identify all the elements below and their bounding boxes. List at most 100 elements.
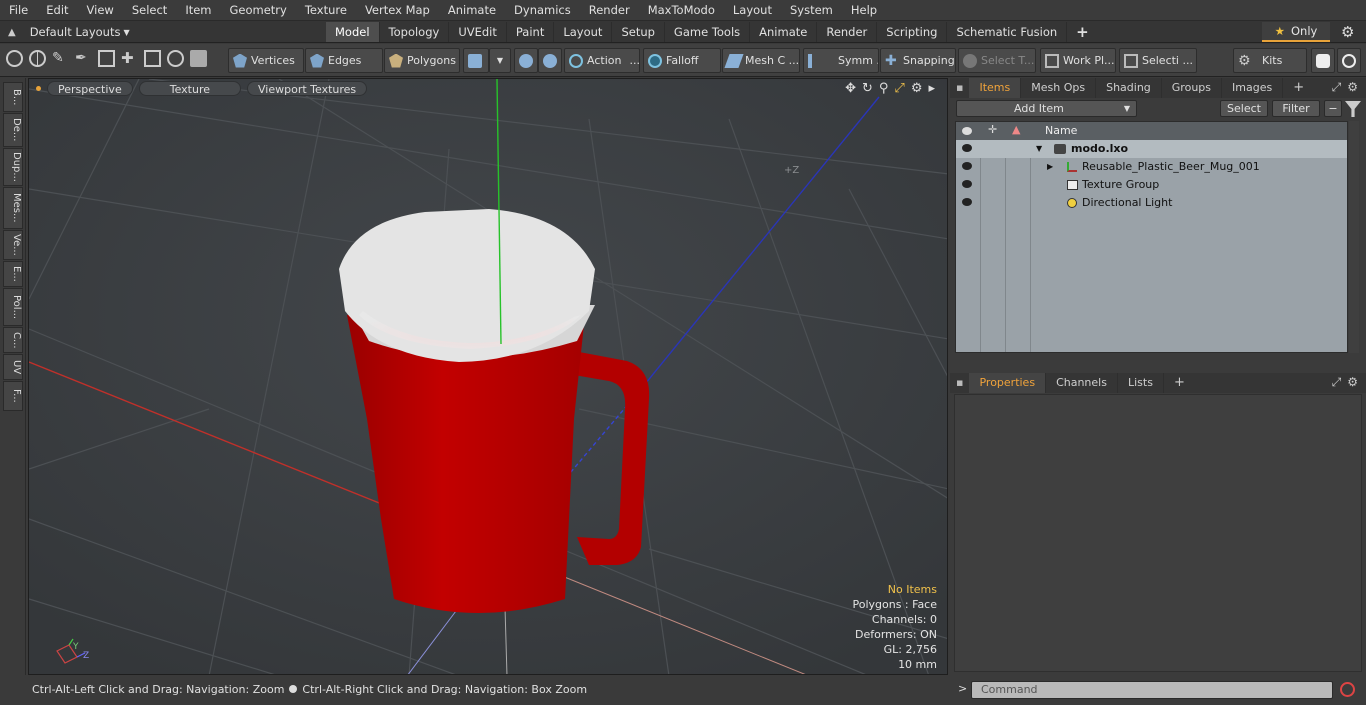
menu-view[interactable]: View [78, 0, 123, 21]
list-item[interactable]: Texture Group [956, 176, 1347, 194]
select-button[interactable]: Select [1220, 100, 1268, 117]
tab-channels[interactable]: Channels [1046, 373, 1118, 393]
maximize-icon[interactable]: ⤢ [894, 81, 904, 96]
polygons-button[interactable]: Polygons [384, 48, 460, 73]
menu-maxtomodo[interactable]: MaxToModo [639, 0, 724, 21]
symmetry-sphere-button[interactable] [538, 48, 562, 73]
menu-geometry[interactable]: Geometry [221, 0, 296, 21]
left-tab-duplicate[interactable]: Dup... [3, 148, 23, 186]
left-tab-basic[interactable]: B... [3, 82, 23, 112]
item-list[interactable]: ✛ ▲ Name ▼ modo.lxo ▶ Reusable_Plastic_B… [955, 121, 1348, 353]
selection-sets-button[interactable]: Selecti ... [1119, 48, 1197, 73]
viewport-textures-button[interactable]: Viewport Textures [247, 80, 368, 96]
transform-icon[interactable]: ✚ [121, 50, 138, 67]
left-tab-polygon[interactable]: Pol... [3, 288, 23, 326]
tab-layout[interactable]: Layout [554, 22, 613, 42]
gear-icon[interactable]: ⚙ [1347, 375, 1358, 390]
collapse-button[interactable]: − [1324, 100, 1342, 117]
pivot-icon[interactable] [144, 50, 161, 67]
gear-icon[interactable]: ⚙ [1347, 80, 1358, 95]
vertices-button[interactable]: Vertices [228, 48, 304, 73]
kits-button[interactable]: ⚙ Kits [1233, 48, 1307, 73]
move-view-icon[interactable]: ✥ [845, 81, 856, 96]
left-tab-edge[interactable]: E... [3, 261, 23, 287]
tab-game-tools[interactable]: Game Tools [665, 22, 751, 42]
expand-icon[interactable]: ⤢ [1332, 80, 1342, 95]
component-mode-button[interactable] [463, 48, 489, 73]
mesh-constraints-button[interactable]: Mesh C ... [722, 48, 800, 73]
tab-model[interactable]: Model [326, 22, 380, 42]
tab-images[interactable]: Images [1222, 78, 1284, 98]
left-tab-mesh-edit[interactable]: Mes... [3, 187, 23, 229]
add-tab-button[interactable]: + [1067, 22, 1098, 42]
zoom-view-icon[interactable]: ⚲ [879, 81, 889, 96]
expand-icon[interactable]: ⤢ [1332, 375, 1342, 390]
list-item[interactable]: ▶ Reusable_Plastic_Beer_Mug_001 [956, 158, 1347, 176]
menu-edit[interactable]: Edit [37, 0, 77, 21]
rotate-view-icon[interactable]: ↻ [862, 81, 873, 96]
menu-vertex-map[interactable]: Vertex Map [356, 0, 439, 21]
tab-items[interactable]: Items [969, 78, 1022, 98]
left-tab-deform[interactable]: De... [3, 113, 23, 147]
select-tool-button[interactable]: Select T... [958, 48, 1036, 73]
eye-icon[interactable] [962, 198, 972, 206]
tab-render[interactable]: Render [817, 22, 878, 42]
align-icon[interactable] [98, 50, 115, 67]
work-plane-button[interactable]: Work Pl... [1040, 48, 1116, 73]
tab-paint[interactable]: Paint [507, 22, 555, 42]
only-button[interactable]: ★ Only [1262, 22, 1330, 42]
rotate-icon[interactable] [167, 50, 184, 67]
menu-dynamics[interactable]: Dynamics [505, 0, 580, 21]
menu-file[interactable]: File [0, 0, 37, 21]
expand-arrow-icon[interactable]: ▶ [1047, 158, 1053, 176]
menu-help[interactable]: Help [842, 0, 886, 21]
left-tab-curve[interactable]: C... [3, 327, 23, 353]
circle-icon[interactable] [6, 50, 23, 67]
menu-animate[interactable]: Animate [439, 0, 505, 21]
left-tab-fusion[interactable]: F... [3, 381, 23, 411]
item-list-scrollbar[interactable] [1349, 121, 1359, 353]
tab-uvedit[interactable]: UVEdit [449, 22, 507, 42]
tab-topology[interactable]: Topology [380, 22, 450, 42]
unreal-button[interactable] [1337, 48, 1361, 73]
component-dropdown[interactable]: ▼ [489, 48, 511, 73]
action-center-button[interactable]: Action... [564, 48, 640, 73]
tab-mesh-ops[interactable]: Mesh Ops [1021, 78, 1097, 98]
tab-animate[interactable]: Animate [750, 22, 818, 42]
collapse-arrow-icon[interactable]: ▼ [1036, 140, 1042, 158]
viewport-scene[interactable]: +Z Y Z [29, 79, 948, 675]
tab-scripting[interactable]: Scripting [877, 22, 948, 42]
menu-layout[interactable]: Layout [724, 0, 781, 21]
left-tab-vertex[interactable]: Ve... [3, 230, 23, 260]
brush-icon[interactable]: ✒ [75, 50, 92, 67]
panel-menu-icon[interactable]: ▪ [950, 78, 969, 98]
add-panel-tab-button[interactable]: + [1164, 373, 1195, 393]
tab-groups[interactable]: Groups [1162, 78, 1223, 98]
eye-icon[interactable] [962, 162, 972, 170]
eye-icon[interactable] [962, 180, 972, 188]
gear-icon[interactable]: ⚙ [1341, 23, 1354, 41]
item-mode-icon[interactable] [190, 50, 207, 67]
add-item-button[interactable]: Add Item ▼ [956, 100, 1137, 117]
list-item[interactable]: ▼ modo.lxo [956, 140, 1347, 158]
edges-button[interactable]: Edges [305, 48, 383, 73]
filter-button[interactable]: Filter [1272, 100, 1320, 117]
perspective-button[interactable]: Perspective [47, 80, 133, 96]
tab-shading[interactable]: Shading [1096, 78, 1162, 98]
tab-setup[interactable]: Setup [612, 22, 665, 42]
menu-item[interactable]: Item [176, 0, 220, 21]
list-item[interactable]: Directional Light [956, 194, 1347, 212]
falloff-button[interactable]: Falloff [643, 48, 721, 73]
record-icon[interactable] [1340, 682, 1355, 697]
tab-properties[interactable]: Properties [969, 373, 1047, 393]
chevron-right-icon[interactable]: ▸ [928, 81, 935, 96]
3d-viewport[interactable]: +Z Y Z No Items Polygons : Face Channels… [28, 78, 948, 675]
panel-menu-icon[interactable]: ▪ [950, 373, 969, 393]
left-tab-uv[interactable]: UV [3, 354, 23, 380]
unity-button[interactable] [1311, 48, 1335, 73]
gear-icon[interactable]: ⚙ [911, 81, 923, 96]
pen-icon[interactable]: ✎ [52, 50, 69, 67]
falloff-sphere-button[interactable] [514, 48, 538, 73]
globe-icon[interactable] [29, 50, 46, 67]
menu-select[interactable]: Select [123, 0, 176, 21]
